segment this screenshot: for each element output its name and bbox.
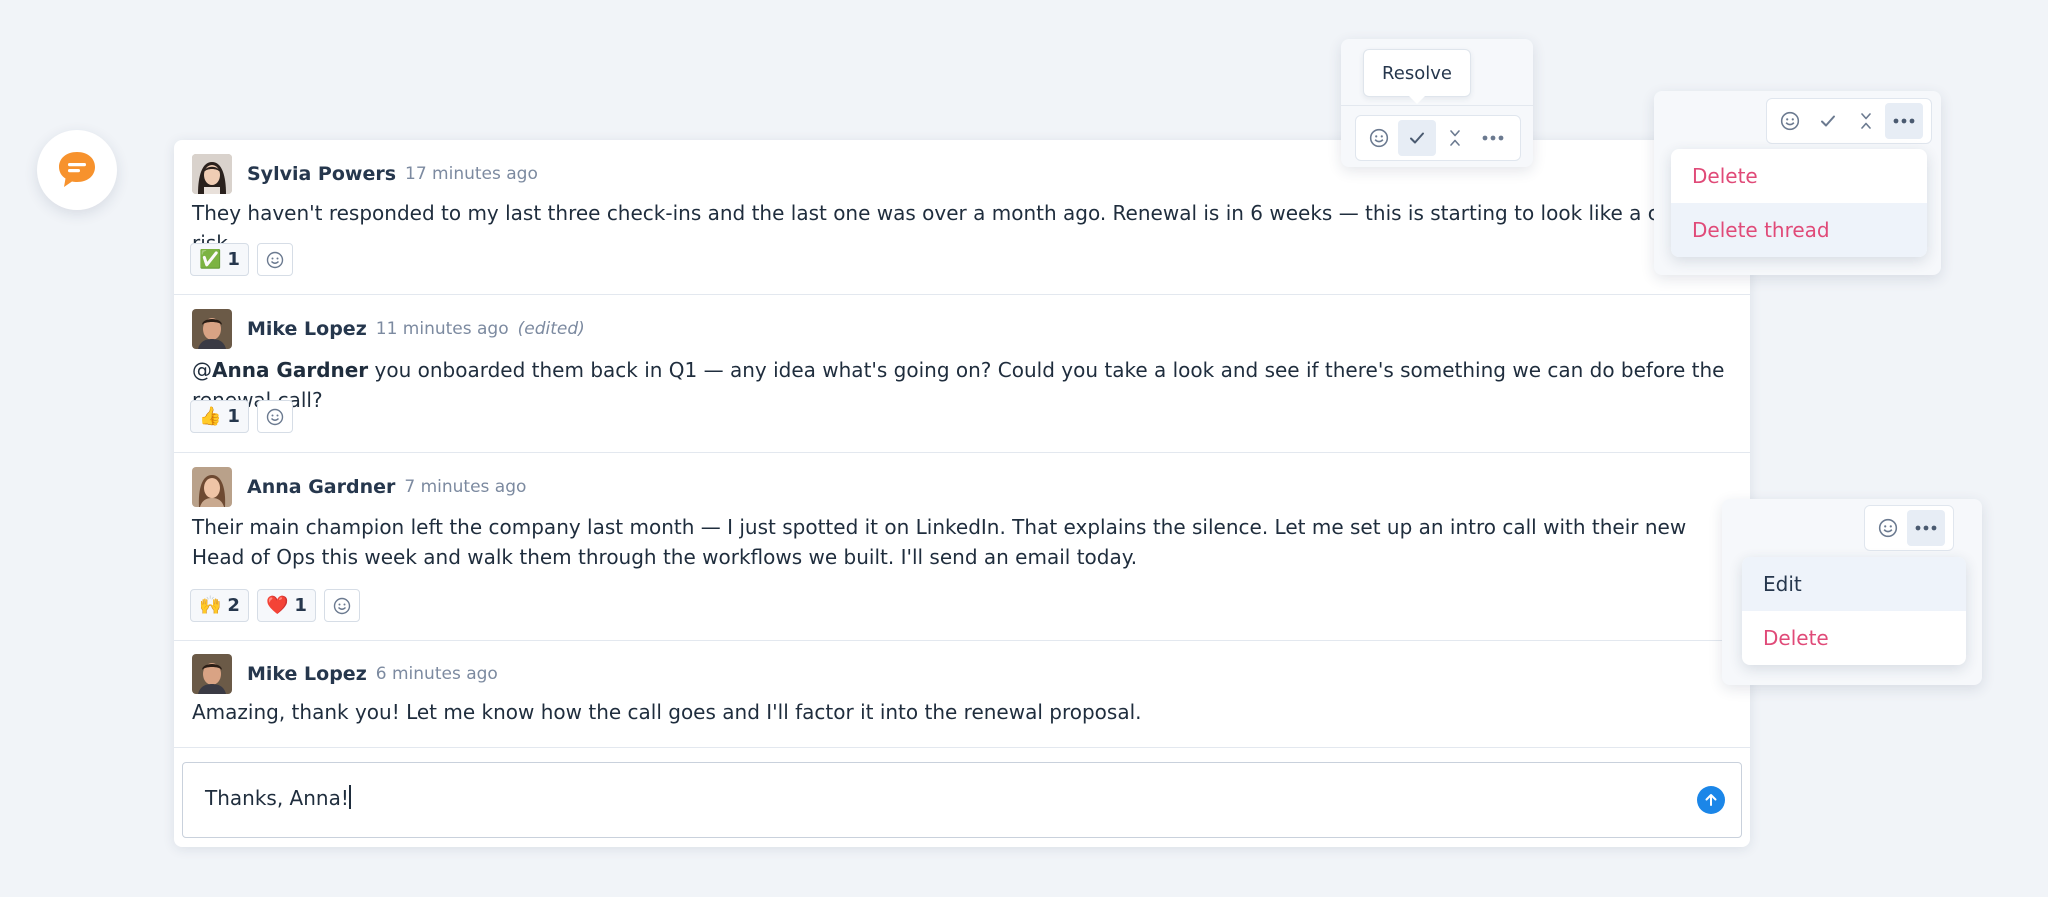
avatar[interactable] — [192, 467, 232, 507]
check-emoji-icon: ✅ — [199, 249, 222, 270]
reaction-thumbs-up[interactable]: 👍 1 — [190, 400, 249, 433]
more-options-button[interactable] — [1907, 510, 1945, 546]
thumbs-up-emoji-icon: 👍 — [199, 406, 222, 427]
check-icon — [1821, 115, 1835, 127]
comment-author: Mike Lopez — [247, 318, 367, 340]
smiley-icon — [333, 597, 351, 614]
smiley-icon — [266, 251, 284, 268]
arrow-up-icon — [1705, 794, 1717, 806]
open-comments-button[interactable] — [37, 130, 117, 210]
delete-thread-menu-item[interactable]: Delete thread — [1671, 203, 1927, 257]
reaction-check[interactable]: ✅ 1 — [190, 243, 249, 276]
raised-hands-emoji-icon: 🙌 — [199, 595, 222, 616]
reaction-count: 1 — [227, 406, 240, 427]
add-reaction-button[interactable] — [1771, 103, 1809, 139]
comment-timestamp: 17 minutes ago — [405, 164, 538, 184]
thread-toolbar — [1766, 98, 1932, 144]
smiley-icon — [266, 408, 284, 425]
smiley-icon — [1878, 518, 1898, 538]
more-options-button[interactable] — [1474, 120, 1512, 156]
more-options-button[interactable] — [1885, 103, 1923, 139]
comment-options-panel: Edit Delete — [1722, 499, 1982, 685]
collapse-button[interactable] — [1436, 120, 1474, 156]
avatar[interactable] — [192, 154, 232, 194]
reaction-heart[interactable]: ❤️ 1 — [256, 589, 316, 622]
smiley-icon — [1780, 111, 1800, 131]
comment-author: Anna Gardner — [247, 476, 396, 498]
chat-bubble-icon — [59, 152, 95, 187]
reaction-count: 1 — [294, 595, 307, 616]
comment-body: @Anna Gardner you onboarded them back in… — [192, 355, 1726, 415]
comment-author: Mike Lopez — [247, 663, 367, 685]
delete-comment-menu-item[interactable]: Delete — [1742, 611, 1966, 665]
resolve-tooltip: Resolve — [1363, 49, 1471, 104]
comment-timestamp: 6 minutes ago — [375, 664, 498, 684]
add-reaction-button[interactable] — [1360, 120, 1398, 156]
reaction-count: 2 — [227, 595, 240, 616]
add-reaction-button[interactable] — [323, 589, 360, 622]
resolve-button[interactable] — [1809, 103, 1847, 139]
comment-body: They haven't responded to my last three … — [192, 201, 1705, 255]
comment-timestamp: 7 minutes ago — [404, 477, 527, 497]
comment-toolbar — [1355, 115, 1521, 161]
mention-anna-gardner[interactable]: Anna Gardner — [212, 358, 368, 382]
comment-timestamp: 11 minutes ago — [375, 319, 509, 339]
comment-author: Sylvia Powers — [247, 163, 397, 185]
send-button[interactable] — [1697, 786, 1725, 814]
text-caret — [348, 785, 351, 809]
heart-emoji-icon: ❤️ — [265, 595, 289, 616]
collapse-icon — [1861, 113, 1871, 129]
comment-options-menu: Edit Delete — [1742, 557, 1966, 665]
edit-comment-menu-item[interactable]: Edit — [1742, 557, 1966, 611]
more-icon — [1915, 525, 1937, 531]
avatar[interactable] — [192, 654, 232, 694]
more-icon — [1893, 118, 1915, 124]
reply-input[interactable]: Thanks, Anna! — [182, 762, 1742, 838]
comment-body: Their main champion left the company las… — [192, 515, 1687, 569]
resolve-button[interactable] — [1398, 120, 1436, 156]
reaction-raised-hands[interactable]: 🙌 2 — [190, 589, 249, 622]
more-icon — [1482, 135, 1504, 141]
mention-prefix: @ — [192, 358, 212, 382]
comment-own-toolbar — [1864, 505, 1954, 551]
collapse-icon — [1450, 130, 1460, 146]
reply-input-value: Thanks, Anna! — [205, 786, 349, 810]
add-reaction-button[interactable] — [256, 243, 293, 276]
collapse-button[interactable] — [1847, 103, 1885, 139]
avatar[interactable] — [192, 309, 232, 349]
comment-body: Amazing, thank you! Let me know how the … — [192, 700, 1142, 724]
add-reaction-button[interactable] — [1869, 510, 1907, 546]
comment: Anna Gardner 7 minutes ago Their main ch… — [174, 453, 1750, 641]
smiley-icon — [1369, 128, 1389, 148]
resolve-toolbar-panel: Resolve — [1341, 39, 1533, 167]
comment-thread: Sylvia Powers 17 minutes ago They haven'… — [174, 140, 1750, 847]
thread-options-menu: Delete Delete thread — [1671, 149, 1927, 257]
reaction-count: 1 — [227, 249, 240, 270]
edited-label: (edited) — [517, 319, 585, 339]
delete-comment-menu-item[interactable]: Delete — [1671, 149, 1927, 203]
comment: Mike Lopez 6 minutes ago Amazing, thank … — [174, 641, 1750, 748]
comment: Mike Lopez 11 minutes ago (edited) @Anna… — [174, 295, 1750, 453]
thread-options-panel: Delete Delete thread — [1654, 91, 1941, 275]
check-icon — [1410, 132, 1424, 144]
comment-text: you onboarded them back in Q1 — any idea… — [192, 358, 1725, 412]
add-reaction-button[interactable] — [256, 400, 293, 433]
